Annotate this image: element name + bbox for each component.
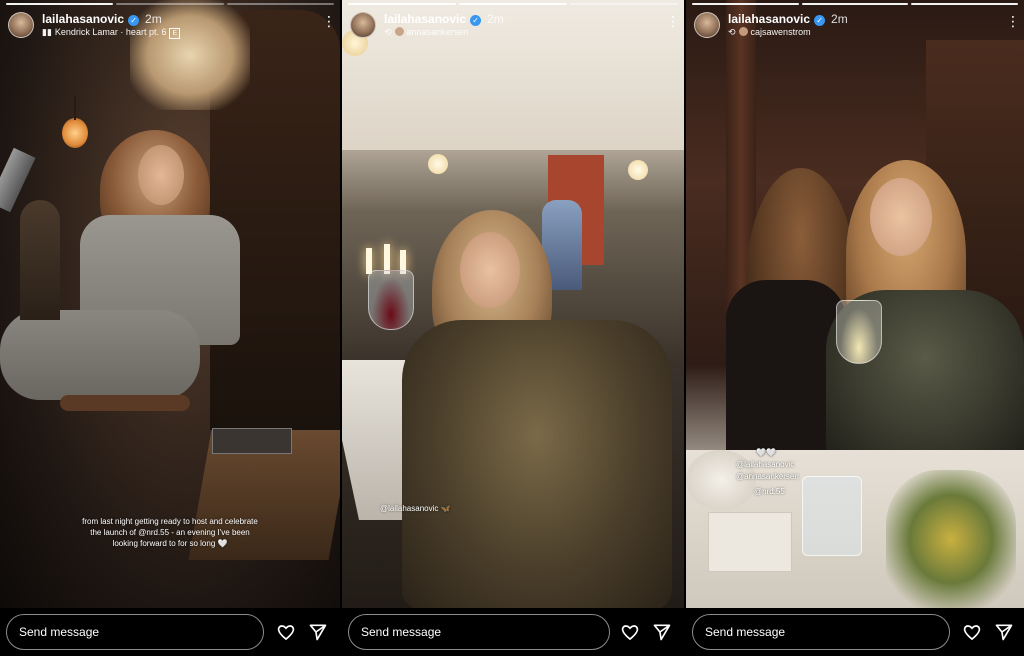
progress-segment [226, 3, 334, 5]
mention-sticker[interactable]: @lailahasanovic [736, 460, 794, 470]
mention-sticker[interactable]: @lailahasanovic 🦋 [380, 504, 451, 514]
pendant-lamp [428, 154, 448, 174]
music-icon: ▮▮ [42, 27, 52, 37]
mention-sticker[interactable]: @nrd.55 [754, 487, 785, 497]
wine-glass [836, 300, 882, 364]
send-icon[interactable] [308, 622, 328, 642]
story-photo-3[interactable] [686, 0, 1024, 608]
story-progress-bar [6, 3, 334, 5]
progress-segment [911, 3, 1019, 5]
avatar[interactable] [350, 12, 376, 38]
verified-badge-icon: ✓ [814, 15, 826, 26]
send-icon[interactable] [652, 622, 672, 642]
reshare-attribution[interactable]: ⟲ annasankersen [384, 27, 468, 38]
woman-face [460, 232, 520, 308]
tablet [212, 428, 292, 454]
send-icon[interactable] [994, 622, 1014, 642]
username-text[interactable]: lailahasanovic [42, 12, 124, 26]
story-header: lailahasanovic ✓ 2m ⟲ annasankersen ⋮ [350, 10, 680, 42]
more-options-icon[interactable]: ⋮ [1006, 14, 1020, 28]
story-photo-2[interactable] [342, 0, 684, 608]
progress-segment [6, 3, 114, 5]
progress-segment [570, 3, 678, 5]
sequin-dress [402, 320, 672, 608]
reshare-icon: ⟲ [384, 27, 392, 37]
reply-bar: Send message [686, 608, 1024, 656]
avatar[interactable] [8, 12, 34, 38]
story-panel-2[interactable]: lailahasanovic ✓ 2m ⟲ annasankersen ⋮ @lail… [342, 0, 684, 656]
username[interactable]: lailahasanovic ✓ 2m [728, 12, 848, 26]
wine-glass [368, 270, 414, 330]
story-caption: from last night getting ready to host an… [82, 517, 258, 548]
explicit-badge: E [169, 28, 181, 39]
story-progress-bar [692, 3, 1019, 5]
verified-badge-icon: ✓ [470, 15, 482, 26]
chair-seat [60, 395, 190, 411]
mini-avatar [738, 27, 748, 36]
heart-icon[interactable] [276, 622, 296, 642]
reshared-from: annasankersen [406, 27, 469, 37]
avatar[interactable] [694, 12, 720, 38]
hearts-sticker: 🤍🤍 [756, 448, 776, 457]
post-time: 2m [145, 12, 162, 26]
story-progress-bar [348, 3, 678, 5]
post-time: 2m [487, 12, 504, 26]
reshare-icon: ⟲ [728, 27, 736, 37]
progress-segment [459, 3, 567, 5]
username[interactable]: lailahasanovic ✓ 2m [42, 12, 162, 26]
username-text[interactable]: lailahasanovic [728, 12, 810, 26]
username-text[interactable]: lailahasanovic [384, 12, 466, 26]
water-glass [802, 476, 862, 556]
mini-avatar [394, 27, 404, 36]
story-panel-1[interactable]: lailahasanovic ✓ 2m ▮▮ Kendrick Lamar · hea… [0, 0, 340, 656]
pendant-lamp [628, 160, 648, 180]
more-options-icon[interactable]: ⋮ [666, 14, 680, 28]
mention-sticker[interactable]: @annasankersen [736, 472, 799, 482]
story-header: lailahasanovic ✓ 2m ▮▮ Kendrick Lamar · hea… [8, 10, 336, 42]
flower-arrangement [886, 470, 1016, 608]
reshared-from: cajsawenstrom [750, 27, 811, 37]
reshare-attribution[interactable]: ⟲ cajsawenstrom [728, 27, 811, 38]
send-message-input[interactable]: Send message [6, 614, 264, 650]
progress-segment [116, 3, 224, 5]
model-face [138, 145, 184, 205]
pendant-lamp [62, 118, 88, 148]
story-panel-3[interactable]: lailahasanovic ✓ 2m ⟲ cajsawenstrom ⋮ 🤍🤍 @l… [686, 0, 1024, 656]
music-attribution[interactable]: ▮▮ Kendrick Lamar · heart pt. 6E [42, 27, 181, 39]
music-label: Kendrick Lamar · heart pt. 6 [54, 27, 167, 37]
progress-segment [801, 3, 909, 5]
more-options-icon[interactable]: ⋮ [322, 14, 336, 28]
lamp-cord [74, 96, 76, 120]
post-time: 2m [831, 12, 848, 26]
username[interactable]: lailahasanovic ✓ 2m [384, 12, 504, 26]
progress-segment [692, 3, 799, 5]
verified-badge-icon: ✓ [128, 15, 140, 26]
story-header: lailahasanovic ✓ 2m ⟲ cajsawenstrom ⋮ [694, 10, 1020, 42]
heart-icon[interactable] [962, 622, 982, 642]
reply-bar: Send message [0, 608, 340, 656]
send-message-input[interactable]: Send message [348, 614, 610, 650]
background-person [20, 200, 60, 320]
woman-face [870, 178, 932, 256]
heart-icon[interactable] [620, 622, 640, 642]
progress-segment [348, 3, 456, 5]
send-message-input[interactable]: Send message [692, 614, 950, 650]
grey-sweatpants [0, 310, 200, 400]
place-card [708, 512, 792, 572]
reply-bar: Send message [342, 608, 684, 656]
